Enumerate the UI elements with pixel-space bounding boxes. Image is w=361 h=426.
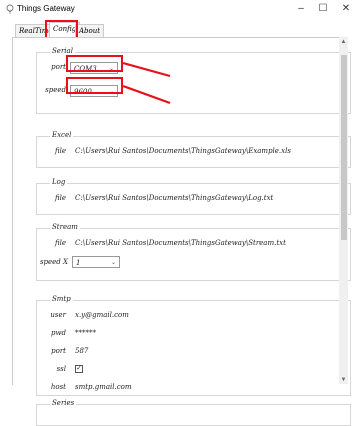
smtp-port-value[interactable]: 587 bbox=[75, 347, 88, 355]
title-bar: Things Gateway – ☐ ✕ bbox=[0, 0, 361, 20]
speedx-label: speed X bbox=[39, 258, 68, 266]
excel-file-path[interactable]: C:\Users\Rui Santos\Documents\ThingsGate… bbox=[75, 147, 291, 155]
scrollbar-thumb[interactable] bbox=[341, 55, 347, 240]
excel-file-label: file bbox=[54, 147, 66, 155]
maximize-button[interactable]: ☐ bbox=[313, 2, 333, 16]
log-group: Log file C:\Users\Rui Santos\Documents\T… bbox=[36, 178, 351, 215]
log-file-path[interactable]: C:\Users\Rui Santos\Documents\ThingsGate… bbox=[75, 194, 273, 202]
series-group: Series bbox=[36, 399, 351, 426]
pwd-label: pwd bbox=[51, 329, 66, 337]
speedx-value: 1 bbox=[76, 259, 81, 267]
port-label: port bbox=[51, 63, 66, 71]
log-group-title: Log bbox=[50, 178, 68, 186]
excel-group-title: Excel bbox=[50, 131, 74, 139]
smtp-group: Smtp user x.y@gmail.com pwd ****** port … bbox=[36, 295, 351, 396]
log-file-label: file bbox=[54, 194, 66, 202]
stream-file-path[interactable]: C:\Users\Rui Santos\Documents\ThingsGate… bbox=[75, 239, 286, 247]
minimize-button[interactable]: – bbox=[291, 2, 311, 16]
user-label: user bbox=[50, 311, 66, 319]
port-highlight bbox=[66, 55, 123, 72]
stream-group-title: Stream bbox=[50, 223, 80, 231]
ssl-checkbox[interactable]: ✓ bbox=[75, 365, 83, 373]
speed-highlight bbox=[66, 77, 123, 94]
host-label: host bbox=[50, 383, 66, 391]
pwd-value[interactable]: ****** bbox=[75, 329, 96, 337]
serial-group-title: Serial bbox=[50, 47, 75, 55]
check-icon: ✓ bbox=[76, 365, 82, 372]
speedx-select[interactable]: 1 ⌄ bbox=[72, 256, 120, 268]
smtp-port-label: port bbox=[51, 347, 66, 355]
stream-group: Stream file C:\Users\Rui Santos\Document… bbox=[36, 223, 351, 281]
ssl-label: ssl bbox=[56, 365, 66, 373]
config-panel: Serial port COM3 ⌄ speed 9600 ⌄ Excel fi… bbox=[12, 37, 351, 426]
series-group-title: Series bbox=[50, 399, 77, 407]
stream-file-label: file bbox=[54, 239, 66, 247]
vertical-scrollbar[interactable]: ▲ ▼ bbox=[339, 37, 348, 384]
lightbulb-icon bbox=[6, 4, 14, 14]
chevron-down-icon: ⌄ bbox=[110, 259, 116, 266]
window-title: Things Gateway bbox=[17, 4, 75, 13]
user-value[interactable]: x.y@gmail.com bbox=[75, 311, 129, 319]
excel-group: Excel file C:\Users\Rui Santos\Documents… bbox=[36, 131, 351, 168]
close-button[interactable]: ✕ bbox=[336, 2, 356, 16]
host-value[interactable]: smtp.gmail.com bbox=[75, 383, 132, 391]
speed-label: speed bbox=[45, 86, 66, 94]
scroll-down-icon[interactable]: ▼ bbox=[339, 377, 348, 383]
smtp-group-title: Smtp bbox=[50, 295, 73, 303]
tab-about[interactable]: About bbox=[75, 24, 105, 37]
scroll-up-icon[interactable]: ▲ bbox=[339, 39, 348, 45]
